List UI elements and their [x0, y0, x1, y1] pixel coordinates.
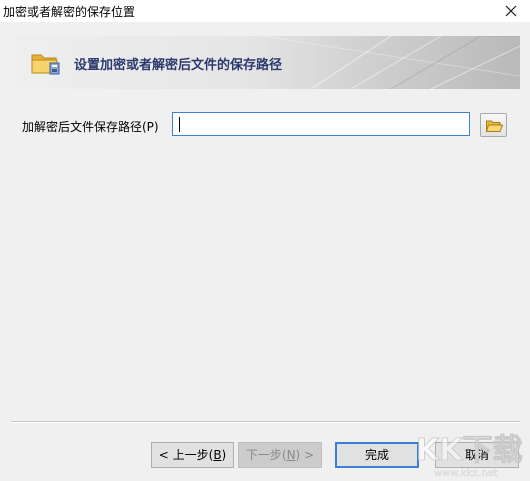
previous-label: < 上一步(: [158, 448, 214, 462]
close-icon: [505, 5, 517, 17]
text-caret: [179, 117, 180, 132]
open-folder-icon: [486, 120, 503, 132]
close-button[interactable]: [500, 1, 522, 21]
previous-button[interactable]: < 上一步(B): [151, 442, 234, 468]
folder-icon: [31, 54, 60, 75]
cancel-button[interactable]: 取消: [435, 442, 519, 468]
save-path-input[interactable]: [172, 112, 470, 136]
next-hotkey: N: [286, 448, 296, 462]
next-button[interactable]: 下一步(N) >: [238, 442, 322, 468]
path-label: 加解密后文件保存路径(P): [22, 120, 159, 134]
banner-heading: 设置加密或者解密后文件的保存路径: [74, 58, 283, 73]
next-label-end: ) >: [295, 448, 315, 462]
title-bar: 加密或者解密的保存位置: [0, 0, 530, 22]
header-banner: 设置加密或者解密后文件的保存路径: [11, 36, 520, 89]
watermark-url: www.kkx.net: [434, 468, 498, 479]
previous-hotkey: B: [213, 448, 222, 462]
window-title: 加密或者解密的保存位置: [3, 5, 136, 19]
next-label: 下一步(: [245, 448, 287, 462]
finish-button[interactable]: 完成: [335, 442, 419, 468]
footer-divider: [11, 421, 520, 423]
browse-folder-button[interactable]: [480, 113, 507, 137]
previous-label-end: ): [221, 448, 227, 462]
